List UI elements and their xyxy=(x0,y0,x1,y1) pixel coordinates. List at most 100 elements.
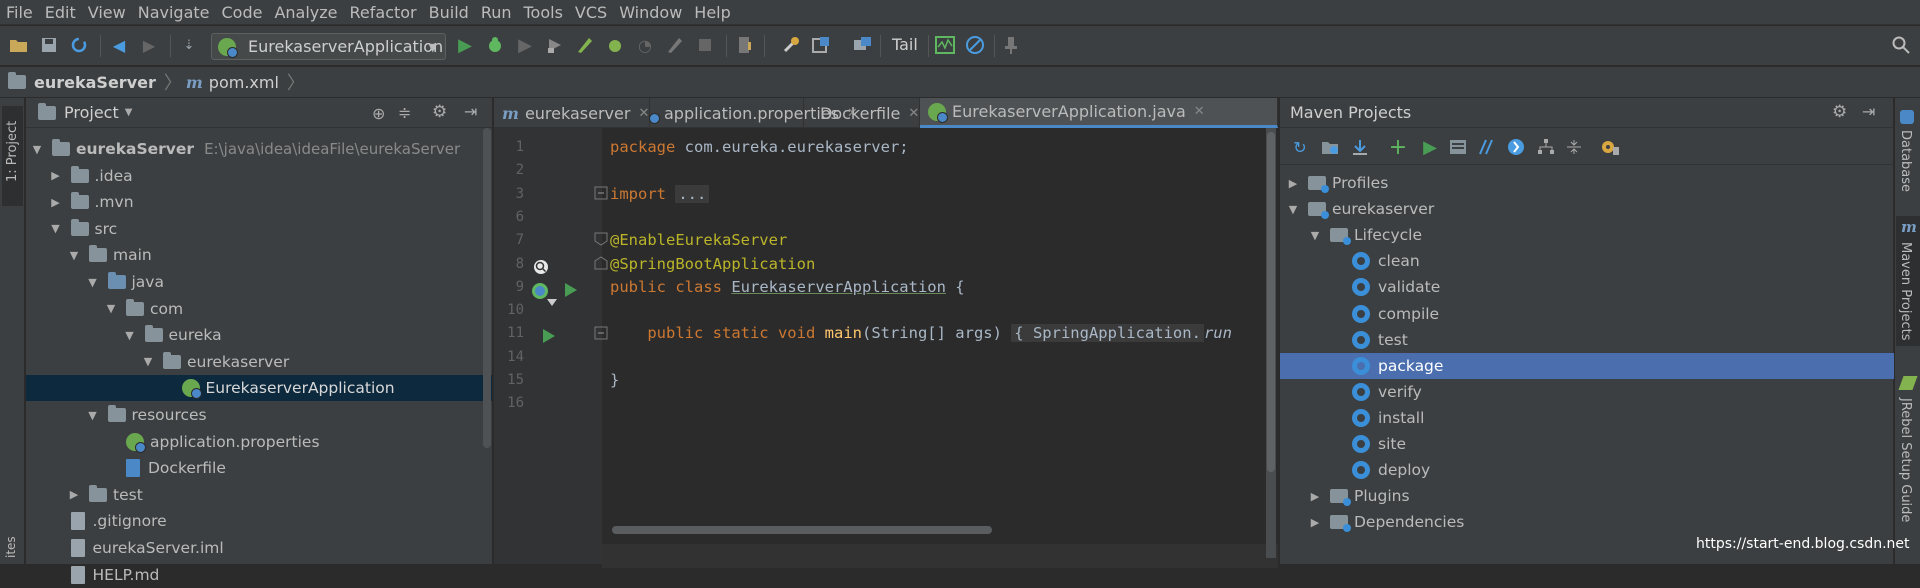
run-gutter-icon[interactable] xyxy=(564,282,578,297)
editor-horizontal-scrollbar[interactable] xyxy=(612,526,992,534)
project-tree-row[interactable]: ▶ .mvn xyxy=(26,189,492,215)
maven-projects-tool-tab[interactable]: Maven Projects xyxy=(1898,242,1913,341)
collapsed-arrow-icon[interactable]: ▶ xyxy=(1308,490,1322,503)
hide-panel-icon[interactable]: ⇥ xyxy=(464,102,477,121)
code-line[interactable]: @EnableEurekaServer xyxy=(610,231,787,249)
breadcrumb-item-project[interactable]: eurekaServer xyxy=(8,67,164,98)
project-panel-title[interactable]: Project xyxy=(64,103,119,122)
maven-tree-row[interactable]: site xyxy=(1280,431,1894,457)
menu-edit[interactable]: Edit xyxy=(39,0,82,25)
skip-tests-icon[interactable] xyxy=(1506,137,1526,157)
project-tree-row[interactable]: application.properties xyxy=(26,429,492,455)
menu-tools[interactable]: Tools xyxy=(518,0,569,25)
menu-run[interactable]: Run xyxy=(475,0,518,25)
menu-build[interactable]: Build xyxy=(423,0,475,25)
hide-panel-icon[interactable]: ⇥ xyxy=(1862,102,1875,121)
stop-icon[interactable] xyxy=(694,34,716,56)
maven-tree-row[interactable]: ▼ eurekaserver xyxy=(1280,196,1894,222)
debug-icon[interactable] xyxy=(484,34,506,56)
project-scrollbar[interactable] xyxy=(483,128,491,448)
spring-bean-icon[interactable] xyxy=(530,281,548,299)
sdk-icon[interactable] xyxy=(852,34,874,56)
maven-tree-row[interactable]: deploy xyxy=(1280,457,1894,483)
maven-settings-icon[interactable] xyxy=(1600,137,1620,157)
project-tree-row[interactable]: HELP.md xyxy=(26,562,492,588)
attach-debugger-icon[interactable]: ◔ xyxy=(634,34,656,56)
run-with-coverage-icon[interactable]: ▶ xyxy=(514,34,536,56)
gear-icon[interactable]: ⚙ xyxy=(432,102,447,122)
open-folder-icon[interactable] xyxy=(8,34,30,56)
toggle-offline-icon[interactable] xyxy=(1476,137,1496,157)
database-tool-tab[interactable]: Database xyxy=(1898,130,1913,192)
expanded-arrow-icon[interactable]: ▼ xyxy=(141,355,155,368)
pin-icon[interactable] xyxy=(1000,34,1022,56)
project-tree-row[interactable]: ▼ eurekaServer E:\java\idea\ideaFile\eurek… xyxy=(26,136,492,162)
profile-icon[interactable] xyxy=(544,34,566,56)
jrebel-run-icon[interactable] xyxy=(574,34,596,56)
collapsed-arrow-icon[interactable]: ▶ xyxy=(49,196,63,209)
add-icon[interactable]: + xyxy=(1388,135,1408,160)
maven-tree-row[interactable]: ▶ Dependencies xyxy=(1280,509,1894,535)
maven-tree-row[interactable]: test xyxy=(1280,327,1894,353)
fold-marker-icon[interactable] xyxy=(594,186,608,200)
generate-sources-icon[interactable] xyxy=(1320,137,1340,157)
project-tree-row[interactable]: Dockerfile xyxy=(26,455,492,481)
maven-tree-row[interactable]: install xyxy=(1280,405,1894,431)
code-line[interactable]: @SpringBootApplication xyxy=(610,255,815,273)
build-project-icon[interactable]: ⇣ xyxy=(178,34,200,56)
maven-tree-row[interactable]: validate xyxy=(1280,274,1894,300)
save-all-icon[interactable] xyxy=(38,34,60,56)
run-gutter-icon[interactable] xyxy=(542,328,556,343)
close-icon[interactable]: ✕ xyxy=(1194,104,1205,119)
close-icon[interactable]: ✕ xyxy=(908,106,919,121)
search-icon[interactable] xyxy=(1890,34,1912,56)
editor-vertical-scrollbar[interactable] xyxy=(1266,128,1276,558)
menu-window[interactable]: Window xyxy=(613,0,688,25)
synchronize-icon[interactable] xyxy=(68,34,90,56)
chevron-down-icon[interactable] xyxy=(546,294,560,308)
expanded-arrow-icon[interactable]: ▼ xyxy=(86,276,100,289)
expanded-arrow-icon[interactable]: ▼ xyxy=(49,222,63,235)
fold-marker-icon[interactable] xyxy=(594,256,608,270)
maven-tree-row[interactable]: verify xyxy=(1280,379,1894,405)
activity-monitor-icon[interactable] xyxy=(934,34,956,56)
editor-tab[interactable]: m eurekaserver ✕ xyxy=(494,98,650,128)
editor-tab[interactable]: EurekaserverApplication.java ✕ xyxy=(920,98,1278,128)
fold-marker-icon[interactable] xyxy=(594,326,608,340)
fold-marker-icon[interactable] xyxy=(594,232,608,246)
project-tree-row[interactable]: ▼ java xyxy=(26,269,492,295)
menu-file[interactable]: File xyxy=(0,0,39,25)
project-tree-row[interactable]: ▼ resources xyxy=(26,402,492,428)
rerun-icon[interactable] xyxy=(664,34,686,56)
menu-refactor[interactable]: Refactor xyxy=(344,0,423,25)
close-icon[interactable]: ✕ xyxy=(638,106,649,121)
editor-tab[interactable]: Dockerfile ✕ xyxy=(804,98,920,128)
code-line[interactable]: } xyxy=(610,371,619,389)
menu-navigate[interactable]: Navigate xyxy=(132,0,216,25)
show-dependencies-icon[interactable] xyxy=(1536,137,1556,157)
forward-arrow-icon[interactable]: ▶ xyxy=(138,34,160,56)
expanded-arrow-icon[interactable]: ▼ xyxy=(1286,203,1300,216)
run-icon[interactable]: ▶ xyxy=(454,34,476,56)
reimport-icon[interactable]: ↻ xyxy=(1290,137,1310,157)
download-icon[interactable] xyxy=(1350,137,1370,157)
collapsed-arrow-icon[interactable]: ▶ xyxy=(1286,177,1300,190)
project-tree-row[interactable]: EurekaserverApplication xyxy=(26,375,492,402)
code-line[interactable]: package com.eureka.eurekaserver; xyxy=(610,138,909,156)
collapsed-arrow-icon[interactable]: ▶ xyxy=(1308,516,1322,529)
project-tree-row[interactable]: ▼ com xyxy=(26,296,492,322)
project-tree-row[interactable]: ▼ eurekaserver xyxy=(26,349,492,375)
collapsed-arrow-icon[interactable]: ▶ xyxy=(67,488,81,501)
editor-tab[interactable]: application.properties ✕ xyxy=(649,98,858,128)
project-tree-row[interactable]: ▼ main xyxy=(26,242,492,268)
collapse-all-icon[interactable]: ≑ xyxy=(398,103,411,122)
bean-search-icon[interactable] xyxy=(532,258,548,274)
favorites-tool-tab-label[interactable]: ites xyxy=(4,536,18,558)
chevron-down-icon[interactable]: ▼ xyxy=(125,107,133,118)
expanded-arrow-icon[interactable]: ▼ xyxy=(86,409,100,422)
jrebel-setup-guide-tool-tab[interactable]: JRebel Setup Guide xyxy=(1898,398,1913,522)
project-tree-row[interactable]: ▶ .idea xyxy=(26,163,492,189)
project-tree-row[interactable]: ▼ eureka xyxy=(26,322,492,348)
expanded-arrow-icon[interactable]: ▼ xyxy=(104,302,118,315)
expanded-arrow-icon[interactable]: ▼ xyxy=(67,249,81,262)
